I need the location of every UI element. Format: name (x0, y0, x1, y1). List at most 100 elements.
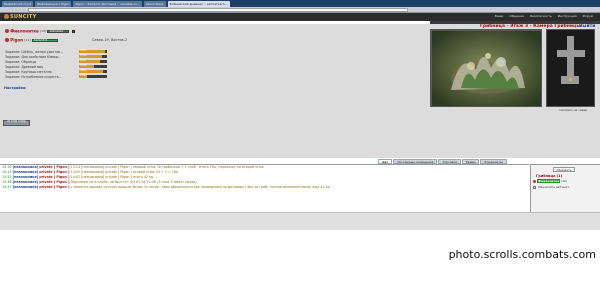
tab-label: Pigon :: Каталог Доставка :: sociable.co… (75, 1, 140, 6)
chat-sender[interactable]: [незнакомка] (13, 175, 39, 179)
player-marker-icon (569, 78, 572, 81)
chat-time[interactable]: 15:36 (2, 180, 12, 184)
target-level: [11] (24, 38, 31, 42)
player-level: [10] (40, 29, 47, 33)
task-label: Задание: Для осействия Юверр... (5, 54, 62, 59)
map-corridor (557, 50, 585, 57)
logo-text: SUNCITY (10, 14, 37, 20)
room-title: Грибница (1) (536, 174, 563, 178)
room-player-level: [10] (561, 179, 567, 183)
view-direction-label: смотрим на север (559, 108, 588, 112)
task-progress-text: 22/40 (80, 64, 87, 67)
chat-sender[interactable]: [незнакомка] (13, 185, 39, 189)
chat-log[interactable]: 15:10 [незнакомка] private [ Pigon ] 13:… (0, 164, 529, 212)
chat-private-tag[interactable]: private [ Pigon ] (39, 185, 69, 189)
task-progress-bar: 22/40 (79, 64, 107, 68)
clan-icon (5, 38, 9, 42)
room-panel: Обновить Грибница (1) Фиалонитка [10] Об… (530, 164, 600, 212)
browser-tab[interactable]: about:blank (143, 0, 166, 7)
task-row: Задание: Истребление существ... 11/40 (5, 74, 117, 79)
player-status: Фиалонитка [10] 1042/1042 (5, 28, 75, 34)
refresh-button[interactable]: Обновить (553, 167, 575, 172)
chat-time[interactable]: 15:37 (2, 185, 12, 189)
game-header: SUNCITY Ваши Общение Безопасность Инстру… (0, 13, 600, 21)
chat-text: с момента выхода из игры прошло более 3х… (70, 185, 332, 189)
chat-message: 15:37 [незнакомка] private [ Pigon ] с м… (0, 185, 529, 190)
player-hp-bar: 1042/1042 (47, 29, 70, 33)
task-progress-bar: 25/30 (79, 54, 107, 58)
logo-icon (4, 14, 9, 19)
player-hp-text: 1042/1042 (49, 29, 64, 33)
player-name[interactable]: Фиалонитка (10, 29, 38, 34)
nav-item[interactable]: Ваши (492, 14, 507, 18)
nav-item[interactable]: Инструкция (555, 14, 580, 18)
target-hp-bar: 3472/3772 (31, 38, 58, 42)
chat-sender[interactable]: [незнакомка] (13, 165, 39, 169)
auto-refresh[interactable]: Обновлять автомат. (533, 185, 570, 189)
nav-item[interactable]: Общение (506, 14, 527, 18)
coordinates: Север-19, Восток-2 (92, 38, 128, 42)
target-status: Pigon [11] 3472/3772 (5, 37, 58, 43)
task-progress-bar: 16/21 (79, 59, 107, 63)
clan-icon (533, 179, 536, 183)
tab-label: about:blank (145, 1, 164, 6)
status-icon (71, 29, 75, 33)
url-input[interactable] (28, 8, 408, 12)
chat-sender[interactable]: [незнакомка] (13, 180, 39, 184)
task-progress-text: 16/21 (80, 59, 87, 62)
chat-private-tag[interactable]: private [ Pigon ] (39, 165, 69, 169)
target-name[interactable]: Pigon (10, 38, 23, 43)
task-label: Задание: Древний мох (5, 64, 44, 69)
task-progress-text: 11/40 (80, 74, 87, 77)
map-corridor (567, 36, 574, 80)
browser-tab-bar: Bsqbadrrunt.cry/4 Информация о Pigon Pig… (0, 0, 600, 7)
task-list: Задание: Шейла, желая удостов... 28/30 Зад… (5, 49, 117, 79)
chat-time[interactable]: 15:14 (2, 170, 12, 174)
auto-refresh-label: Обновлять автомат. (538, 185, 570, 189)
nav-item[interactable]: Форум (580, 14, 596, 18)
scene-image (431, 30, 541, 106)
settings-link[interactable]: Настройки (4, 86, 26, 90)
chat-private-tag[interactable]: private [ Pigon ] (39, 170, 69, 174)
chat-time[interactable]: 15:10 (2, 165, 12, 169)
room-player-name[interactable]: Фиалонитка (537, 179, 561, 183)
chapter-button[interactable]: ИЗ ЭТОЙ ГЛАВЫ (3, 120, 30, 126)
task-label: Задание: Истребление существ... (5, 74, 62, 79)
game-logo: SUNCITY (4, 14, 37, 20)
chat-text: 14:02 [незнакомка] private [ Pigon ] вто… (70, 170, 179, 174)
browser-tab[interactable]: Bsqbadrrunt.cry/4 (2, 0, 34, 7)
footer-strip (0, 212, 600, 230)
task-label: Задание: Шейла, желая удостов... (5, 49, 64, 54)
game-scene-view[interactable] (430, 29, 542, 107)
browser-tab[interactable]: Информация о Pigon (35, 0, 72, 7)
chat-text: Персонаж не в клубе, не был тут (03.02.2… (70, 180, 197, 184)
chat-private-tag[interactable]: private [ Pigon ] (39, 180, 69, 184)
clan-icon (5, 29, 9, 33)
watermark: photo.scrolls.combats.com (448, 248, 596, 261)
auto-refresh-checkbox[interactable] (533, 185, 536, 189)
minimap[interactable] (546, 29, 595, 107)
task-progress-text: 25/30 (80, 54, 87, 57)
chat-time[interactable]: 15:22 (2, 175, 12, 179)
tab-label: Информация о Pigon (37, 1, 70, 6)
top-nav: Ваши Общение Безопасность Инструкция Фор… (492, 14, 596, 18)
tab-label: Бойцовский дневник :: заплаткага... (169, 1, 228, 6)
tab-label: Bsqbadrrunt.cry/4 (4, 1, 32, 6)
task-label: Задание: Образцы (5, 59, 37, 64)
target-hp-text: 3472/3772 (33, 38, 48, 42)
browser-tab-active[interactable]: Бойцовский дневник :: заплаткага... (167, 0, 230, 7)
browser-tab[interactable]: Pigon :: Каталог Доставка :: sociable.co… (73, 0, 142, 7)
task-progress-text: 28/30 (80, 49, 87, 52)
main-area: Фиалонитка [10] 1042/1042 Pigon [11] 347… (0, 24, 600, 158)
chat-text: 13:14 [незнакомка] private [ Pigon ] пер… (70, 165, 264, 169)
task-progress-text: 34/40 (80, 69, 87, 72)
task-progress-bar: 11/40 (79, 74, 107, 78)
room-player-row[interactable]: Фиалонитка [10] (533, 179, 566, 183)
chat-sender[interactable]: [незнакомка] (13, 170, 39, 174)
task-label: Задание: Крупицы металла (5, 69, 52, 74)
task-progress-bar: 28/30 (79, 49, 107, 53)
nav-item[interactable]: Безопасность (527, 14, 555, 18)
chat-private-tag[interactable]: private [ Pigon ] (39, 175, 69, 179)
task-progress-bar: 34/40 (79, 69, 107, 73)
chat-text: 14:02 [незнакомка] private [ Pigon ] ито… (70, 175, 154, 179)
